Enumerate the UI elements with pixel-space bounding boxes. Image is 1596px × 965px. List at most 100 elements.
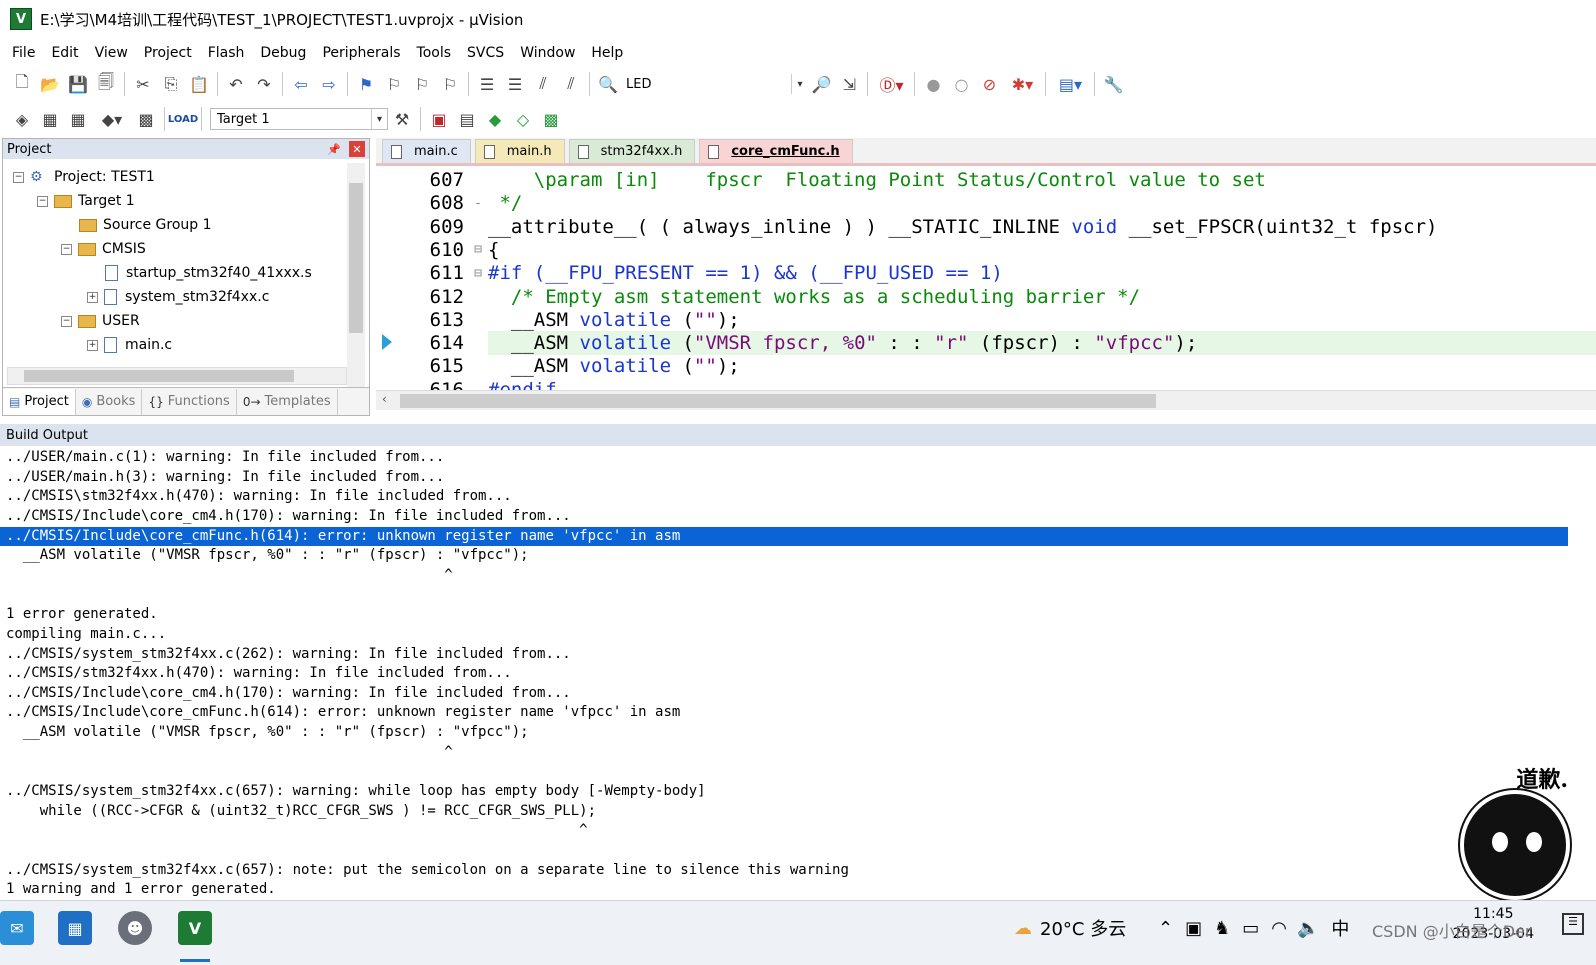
next-bookmark-icon[interactable]: ⚐ bbox=[408, 71, 436, 97]
menu-svcs[interactable]: SVCS bbox=[459, 45, 512, 61]
unindent-icon[interactable]: ☰ bbox=[501, 71, 529, 97]
navigate-back-icon[interactable]: ⇦ bbox=[287, 71, 315, 97]
scroll-left-icon[interactable]: ‹ bbox=[382, 392, 387, 406]
save-all-icon[interactable]: 🗐 bbox=[92, 71, 120, 97]
chevron-up-icon[interactable]: ⌃ bbox=[1158, 918, 1173, 939]
select-packs-icon[interactable]: ◆ bbox=[481, 106, 509, 132]
manage-components-icon[interactable]: ▣ bbox=[425, 106, 453, 132]
translate-icon[interactable]: ◈ bbox=[8, 106, 36, 132]
redo-icon[interactable]: ↷ bbox=[250, 71, 278, 97]
menu-debug[interactable]: Debug bbox=[252, 45, 314, 61]
notification-icon[interactable]: ☰ bbox=[1562, 913, 1584, 935]
build-log-line[interactable]: 1 warning and 1 error generated. bbox=[0, 880, 1568, 900]
tree-item-cmsis[interactable]: − CMSIS bbox=[61, 237, 146, 261]
build-log-line[interactable]: ../CMSIS/system_stm32f4xx.c(657): note: … bbox=[0, 861, 1568, 881]
breakpoint-icon[interactable]: ● bbox=[919, 71, 947, 97]
configure-icon[interactable]: 🔧 bbox=[1099, 71, 1127, 97]
code-line[interactable]: 608- */ bbox=[376, 191, 1596, 215]
build-log-line[interactable]: ../CMSIS/stm32f4xx.h(470): warning: In f… bbox=[0, 664, 1568, 684]
download-load-icon[interactable]: LOAD bbox=[168, 106, 198, 132]
tab-main-c[interactable]: main.c bbox=[382, 139, 471, 163]
new-file-icon[interactable]: 🗋 bbox=[8, 71, 36, 97]
chevron-down-icon[interactable]: ▾ bbox=[371, 109, 387, 129]
code-line[interactable]: 610 ⊟{ bbox=[376, 238, 1596, 262]
code-line[interactable]: 615 __ASM volatile (""); bbox=[376, 354, 1596, 378]
build-log-line[interactable]: ../USER/main.c(1): warning: In file incl… bbox=[0, 448, 1568, 468]
battery-icon[interactable]: ▭ bbox=[1242, 918, 1259, 939]
navigate-forward-icon[interactable]: ⇨ bbox=[315, 71, 343, 97]
build-log-line[interactable]: ../CMSIS\stm32f4xx.h(470): warning: In f… bbox=[0, 487, 1568, 507]
kill-breakpoints-icon[interactable]: ⊘ bbox=[975, 71, 1003, 97]
fold-marker[interactable]: ⊟ bbox=[468, 242, 488, 257]
file-extensions-icon[interactable]: ▤ bbox=[453, 106, 481, 132]
build-log-line[interactable]: __ASM volatile ("VMSR fpscr, %0" : : "r"… bbox=[0, 546, 1568, 566]
tab-core-cmfunc-h[interactable]: core_cmFunc.h bbox=[699, 139, 853, 163]
window-layout-icon[interactable]: ▤▾ bbox=[1050, 71, 1090, 97]
search-combo[interactable]: ▾ bbox=[657, 73, 808, 95]
ime-indicator[interactable]: 中 bbox=[1331, 915, 1349, 941]
build-icon[interactable]: ▦ bbox=[36, 106, 64, 132]
editor-horizontal-scrollbar[interactable]: ‹ bbox=[376, 390, 1596, 410]
build-log-line[interactable] bbox=[0, 841, 1568, 861]
build-log-line[interactable]: ../CMSIS/Include\core_cm4.h(170): warnin… bbox=[0, 684, 1568, 704]
chevron-down-icon[interactable]: ▾ bbox=[791, 74, 807, 94]
store-icon[interactable]: ▦ bbox=[58, 911, 92, 945]
menu-view[interactable]: View bbox=[87, 45, 136, 61]
tab-templates[interactable]: 0→ Templates bbox=[237, 388, 338, 415]
code-area[interactable]: 607 \param [in] fpscr Floating Point Sta… bbox=[376, 168, 1596, 392]
tree-item-source-group[interactable]: Source Group 1 bbox=[79, 213, 212, 237]
collapse-icon[interactable]: − bbox=[61, 315, 72, 327]
pin-icon[interactable]: 📌 bbox=[327, 143, 341, 156]
uncomment-icon[interactable]: ⫽ bbox=[557, 71, 585, 97]
target-options-icon[interactable]: ⚒ bbox=[388, 106, 416, 132]
menu-flash[interactable]: Flash bbox=[200, 45, 253, 61]
clear-bookmarks-icon[interactable]: ⚐ bbox=[436, 71, 464, 97]
collapse-icon[interactable]: − bbox=[37, 195, 48, 207]
code-line[interactable]: 614 __ASM volatile ("VMSR fpscr, %0" : :… bbox=[376, 331, 1596, 356]
build-log-line[interactable]: ^ bbox=[0, 743, 1568, 763]
prev-bookmark-icon[interactable]: ⚐ bbox=[380, 71, 408, 97]
collapse-icon[interactable]: − bbox=[61, 243, 72, 255]
menu-window[interactable]: Window bbox=[512, 45, 583, 61]
tree-item-project[interactable]: − ⚙ Project: TEST1 bbox=[13, 165, 155, 189]
tree-horizontal-scrollbar[interactable] bbox=[7, 367, 347, 385]
close-icon[interactable]: ✕ bbox=[349, 141, 365, 157]
build-log-line[interactable]: __ASM volatile ("VMSR fpscr, %0" : : "r"… bbox=[0, 723, 1568, 743]
code-line[interactable]: 609 __attribute__( ( always_inline ) ) __… bbox=[376, 215, 1596, 239]
indent-icon[interactable]: ☰ bbox=[473, 71, 501, 97]
collapse-icon[interactable]: − bbox=[13, 171, 24, 183]
expand-icon[interactable]: + bbox=[87, 291, 98, 303]
build-log-line[interactable]: while ((RCC->CFGR & (uint32_t)RCC_CFGR_S… bbox=[0, 802, 1568, 822]
build-log-line[interactable]: ../CMSIS/Include\core_cmFunc.h(614): err… bbox=[0, 526, 1568, 547]
build-log-line[interactable]: ../USER/main.h(3): warning: In file incl… bbox=[0, 468, 1568, 488]
breakpoint-disable-icon[interactable]: ○ bbox=[947, 71, 975, 97]
target-select[interactable]: Target 1 ▾ bbox=[210, 108, 388, 130]
find-in-files-icon[interactable]: 🔍 bbox=[594, 71, 622, 97]
tree-item-system-file[interactable]: + system_stm32f4xx.c bbox=[87, 285, 269, 309]
comment-icon[interactable]: ⫽ bbox=[529, 71, 557, 97]
volume-icon[interactable]: 🔈 bbox=[1297, 918, 1319, 939]
find-icon[interactable]: 🔎 bbox=[807, 71, 835, 97]
undo-icon[interactable]: ↶ bbox=[222, 71, 250, 97]
options-icon[interactable]: ✱▾ bbox=[1003, 71, 1041, 97]
tab-project[interactable]: ▤ Project bbox=[3, 388, 76, 415]
menu-peripherals[interactable]: Peripherals bbox=[314, 45, 408, 61]
tree-item-user[interactable]: − USER bbox=[61, 309, 140, 333]
menu-help[interactable]: Help bbox=[583, 45, 631, 61]
build-log-line[interactable]: ^ bbox=[0, 566, 1568, 586]
copy-icon[interactable]: ⎘ bbox=[157, 71, 185, 97]
tab-main-h[interactable]: main.h bbox=[474, 139, 565, 163]
tray-app-icon[interactable]: ▣ bbox=[1185, 918, 1202, 939]
save-icon[interactable]: 💾 bbox=[64, 71, 92, 97]
fold-marker[interactable]: - bbox=[468, 196, 488, 211]
cut-icon[interactable]: ✂ bbox=[129, 71, 157, 97]
code-line[interactable]: 607 \param [in] fpscr Floating Point Sta… bbox=[376, 168, 1596, 192]
wifi-icon[interactable]: ◠ bbox=[1271, 918, 1287, 939]
menu-tools[interactable]: Tools bbox=[409, 45, 460, 61]
scroll-thumb[interactable] bbox=[349, 183, 363, 333]
tab-stm32f4xx-h[interactable]: stm32f4xx.h bbox=[568, 139, 696, 163]
debug-start-icon[interactable]: Ⓓ▾ bbox=[872, 71, 910, 97]
build-log-line[interactable] bbox=[0, 762, 1568, 782]
stop-build-icon[interactable]: ▩ bbox=[132, 106, 160, 132]
tree-vertical-scrollbar[interactable] bbox=[347, 163, 365, 387]
